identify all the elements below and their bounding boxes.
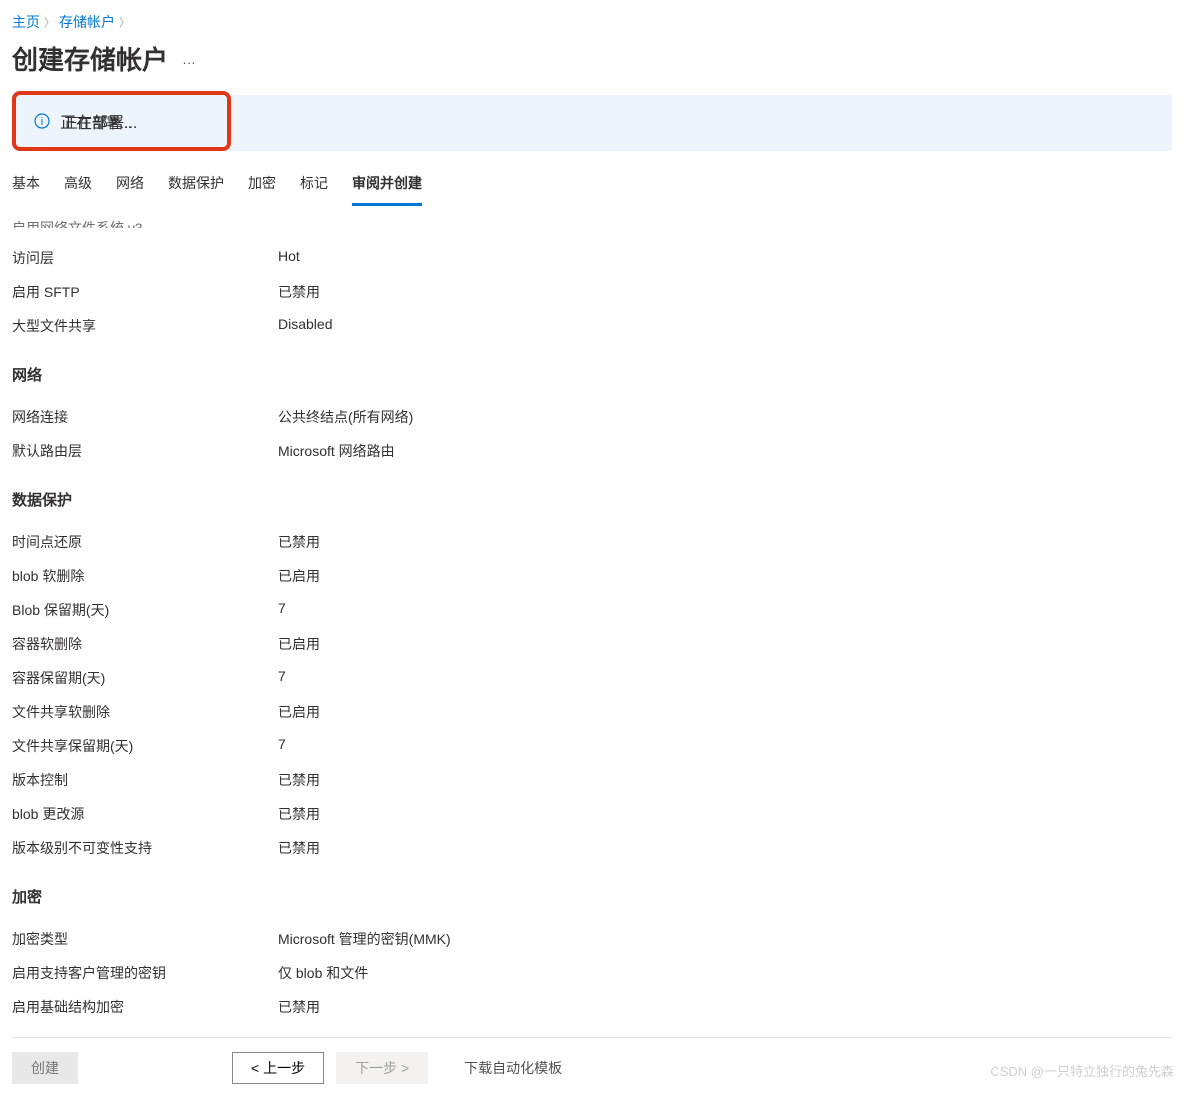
- row-file-retention: 文件共享保留期(天) 7: [12, 736, 1172, 756]
- label-cmk-support: 启用支持客户管理的密钥: [12, 963, 278, 983]
- row-blob-soft-delete: blob 软删除 已启用: [12, 566, 1172, 586]
- chevron-right-icon: 〉: [119, 14, 130, 30]
- value-cmk-support: 仅 blob 和文件: [278, 963, 368, 983]
- clipped-row-label: 启用网络文件系统 v3: [12, 218, 1172, 228]
- breadcrumb-storage[interactable]: 存储帐户: [59, 12, 115, 32]
- value-container-retention: 7: [278, 668, 286, 688]
- row-container-soft-delete: 容器软删除 已启用: [12, 634, 1172, 654]
- breadcrumb-home[interactable]: 主页: [12, 12, 40, 32]
- value-blob-retention: 7: [278, 600, 286, 620]
- label-container-soft-delete: 容器软删除: [12, 634, 278, 654]
- value-container-soft-delete: 已启用: [278, 634, 320, 654]
- page-title: 创建存储帐户: [12, 40, 168, 77]
- label-container-retention: 容器保留期(天): [12, 668, 278, 688]
- row-container-retention: 容器保留期(天) 7: [12, 668, 1172, 688]
- label-versioning: 版本控制: [12, 770, 278, 790]
- next-button: 下一步 >: [336, 1052, 428, 1084]
- value-versioning: 已禁用: [278, 770, 320, 790]
- label-immutability: 版本级别不可变性支持: [12, 838, 278, 858]
- tab-advanced[interactable]: 高级: [64, 165, 92, 206]
- row-change-feed: blob 更改源 已禁用: [12, 804, 1172, 824]
- label-blob-retention: Blob 保留期(天): [12, 600, 278, 620]
- row-connectivity: 网络连接 公共终结点(所有网络): [12, 407, 1172, 427]
- value-access-tier: Hot: [278, 248, 300, 268]
- download-template-link[interactable]: 下载自动化模板: [464, 1058, 562, 1078]
- label-sftp: 启用 SFTP: [12, 282, 278, 302]
- tab-encryption[interactable]: 加密: [248, 165, 276, 206]
- value-pitr: 已禁用: [278, 532, 320, 552]
- value-infra-encryption: 已禁用: [278, 997, 320, 1017]
- prev-button[interactable]: < 上一步: [232, 1052, 324, 1084]
- section-encryption: 加密: [12, 886, 1172, 907]
- value-blob-soft-delete: 已启用: [278, 566, 320, 586]
- tab-networking[interactable]: 网络: [116, 165, 144, 206]
- value-immutability: 已禁用: [278, 838, 320, 858]
- tab-data-protection[interactable]: 数据保护: [168, 165, 224, 206]
- section-data-protection: 数据保护: [12, 489, 1172, 510]
- row-cmk-support: 启用支持客户管理的密钥 仅 blob 和文件: [12, 963, 1172, 983]
- label-blob-soft-delete: blob 软删除: [12, 566, 278, 586]
- breadcrumb: 主页 〉 存储帐户 〉: [12, 12, 1172, 32]
- row-pitr: 时间点还原 已禁用: [12, 532, 1172, 552]
- chevron-right-icon: 〉: [44, 14, 55, 30]
- row-immutability: 版本级别不可变性支持 已禁用: [12, 838, 1172, 858]
- label-file-retention: 文件共享保留期(天): [12, 736, 278, 756]
- tab-review[interactable]: 审阅并创建: [352, 165, 422, 206]
- section-networking: 网络: [12, 364, 1172, 385]
- label-change-feed: blob 更改源: [12, 804, 278, 824]
- row-sftp: 启用 SFTP 已禁用: [12, 282, 1172, 302]
- row-routing: 默认路由层 Microsoft 网络路由: [12, 441, 1172, 461]
- create-button: 创建: [12, 1052, 78, 1084]
- row-access-tier: 访问层 Hot: [12, 248, 1172, 268]
- row-infra-encryption: 启用基础结构加密 已禁用: [12, 997, 1172, 1017]
- tab-basic[interactable]: 基本: [12, 165, 40, 206]
- value-large-file-share: Disabled: [278, 316, 332, 336]
- value-file-retention: 7: [278, 736, 286, 756]
- banner-text: 正在部署...: [64, 113, 132, 133]
- label-large-file-share: 大型文件共享: [12, 316, 278, 336]
- value-file-soft-delete: 已启用: [278, 702, 320, 722]
- value-sftp: 已禁用: [278, 282, 320, 302]
- label-file-soft-delete: 文件共享软删除: [12, 702, 278, 722]
- label-routing: 默认路由层: [12, 441, 278, 461]
- row-versioning: 版本控制 已禁用: [12, 770, 1172, 790]
- label-pitr: 时间点还原: [12, 532, 278, 552]
- value-connectivity: 公共终结点(所有网络): [278, 407, 413, 427]
- row-blob-retention: Blob 保留期(天) 7: [12, 600, 1172, 620]
- value-routing: Microsoft 网络路由: [278, 441, 395, 461]
- value-encryption-type: Microsoft 管理的密钥(MMK): [278, 929, 451, 949]
- footer-divider: [12, 1037, 1172, 1038]
- wizard-footer: 创建 < 上一步 下一步 > 下载自动化模板: [12, 1052, 1172, 1100]
- row-encryption-type: 加密类型 Microsoft 管理的密钥(MMK): [12, 929, 1172, 949]
- label-access-tier: 访问层: [12, 248, 278, 268]
- label-infra-encryption: 启用基础结构加密: [12, 997, 278, 1017]
- row-file-soft-delete: 文件共享软删除 已启用: [12, 702, 1172, 722]
- deploying-banner: 正在部署...: [12, 95, 1172, 151]
- value-change-feed: 已禁用: [278, 804, 320, 824]
- label-connectivity: 网络连接: [12, 407, 278, 427]
- label-encryption-type: 加密类型: [12, 929, 278, 949]
- tabs: 基本 高级 网络 数据保护 加密 标记 审阅并创建: [12, 165, 1172, 206]
- row-large-file-share: 大型文件共享 Disabled: [12, 316, 1172, 336]
- tab-tags[interactable]: 标记: [300, 165, 328, 206]
- more-actions[interactable]: …: [182, 51, 197, 67]
